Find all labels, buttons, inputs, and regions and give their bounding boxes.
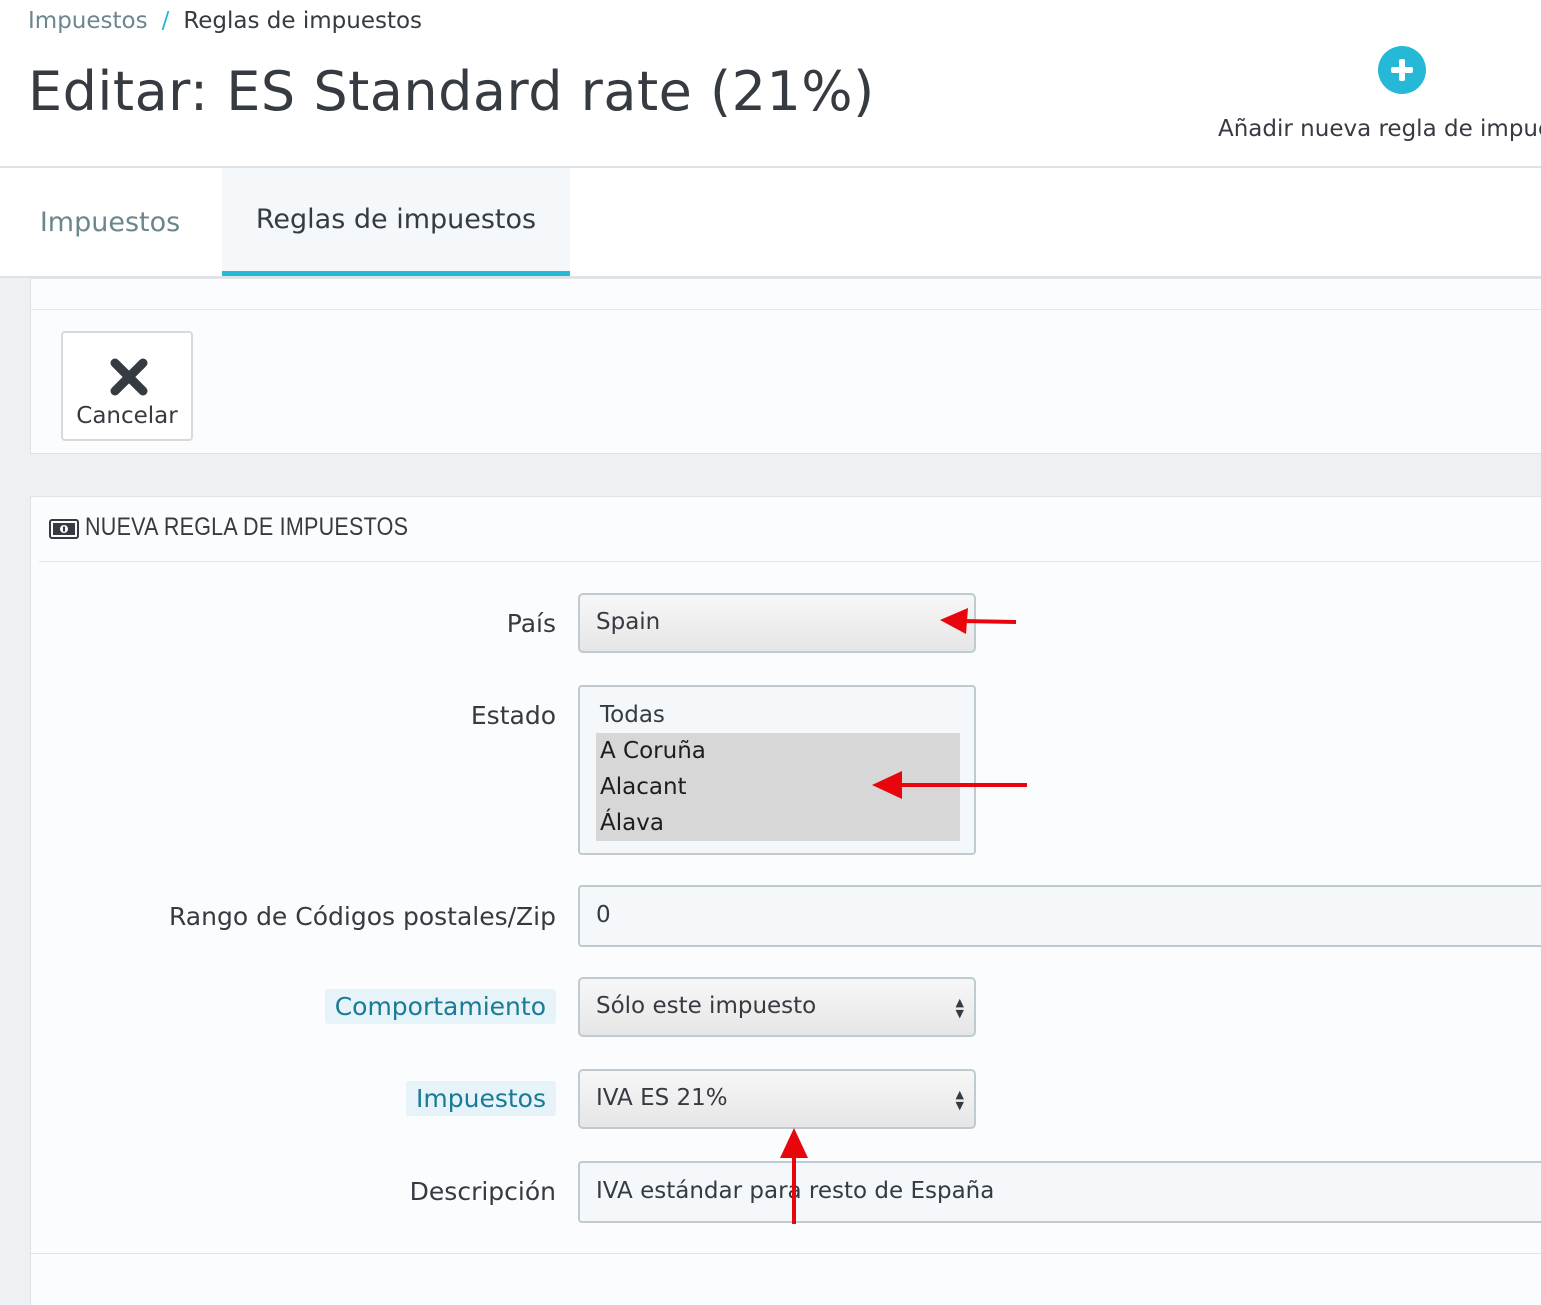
description-value: IVA estándar para resto de España xyxy=(596,1178,995,1204)
select-arrows-icon: ▲ ▼ xyxy=(955,1088,964,1112)
state-label: Estado xyxy=(470,701,556,730)
select-arrows-icon: ▲ ▼ xyxy=(955,996,964,1020)
tax-label[interactable]: Impuestos xyxy=(406,1081,556,1116)
state-option-alava[interactable]: Álava xyxy=(596,805,960,841)
breadcrumb-separator: / xyxy=(161,8,170,34)
panel-title: NUEVA REGLA DE IMPUESTOS xyxy=(85,513,409,541)
breadcrumb-parent-link[interactable]: Impuestos xyxy=(28,8,148,34)
add-new-tax-rule-button[interactable]: Añadir nueva regla de impue xyxy=(1214,44,1541,154)
breadcrumb: Impuestos / Reglas de impuestos xyxy=(28,8,422,34)
tab-bar: Impuestos Reglas de impuestos xyxy=(0,168,1541,278)
zip-range-value: 0 xyxy=(596,902,611,928)
panel-heading: NUEVA REGLA DE IMPUESTOS xyxy=(39,497,1541,562)
close-icon xyxy=(109,357,149,401)
add-circle-icon xyxy=(1378,46,1426,94)
page-header: Impuestos / Reglas de impuestos Editar: ES… xyxy=(0,0,1541,168)
tax-value: IVA ES 21% xyxy=(596,1085,728,1111)
state-option-todas[interactable]: Todas xyxy=(596,697,960,733)
behavior-value: Sólo este impuesto xyxy=(596,993,817,1019)
state-option-a-coruna[interactable]: A Coruña xyxy=(596,733,960,769)
country-value: Spain xyxy=(596,609,661,635)
cancel-label: Cancelar xyxy=(76,403,178,429)
description-label: Descripción xyxy=(409,1177,556,1206)
state-multiselect[interactable]: Todas A Coruña Alacant Álava xyxy=(578,685,976,855)
zip-range-label: Rango de Códigos postales/Zip xyxy=(168,902,556,931)
behavior-select[interactable]: Sólo este impuesto ▲ ▼ xyxy=(578,977,976,1037)
divider xyxy=(31,309,1541,310)
tab-impuestos[interactable]: Impuestos xyxy=(0,168,220,276)
page-title: Editar: ES Standard rate (21%) xyxy=(28,60,875,123)
add-new-tax-rule-label: Añadir nueva regla de impue xyxy=(1218,116,1541,142)
behavior-label[interactable]: Comportamiento xyxy=(324,989,556,1024)
description-input[interactable]: IVA estándar para resto de España xyxy=(578,1161,1541,1223)
zip-range-input[interactable]: 0 xyxy=(578,885,1541,947)
country-label: País xyxy=(506,609,556,638)
tab-reglas-de-impuestos[interactable]: Reglas de impuestos xyxy=(222,168,570,276)
tax-select[interactable]: IVA ES 21% ▲ ▼ xyxy=(578,1069,976,1129)
cancel-button[interactable]: Cancelar xyxy=(61,331,193,441)
country-select[interactable]: Spain xyxy=(578,593,976,653)
tax-rule-form-panel: NUEVA REGLA DE IMPUESTOS País Spain Esta… xyxy=(30,496,1541,1305)
money-icon xyxy=(49,519,79,543)
divider xyxy=(31,1253,1541,1254)
state-option-alacant[interactable]: Alacant xyxy=(596,769,960,805)
actions-panel: Cancelar xyxy=(30,278,1541,454)
breadcrumb-current: Reglas de impuestos xyxy=(183,8,423,34)
